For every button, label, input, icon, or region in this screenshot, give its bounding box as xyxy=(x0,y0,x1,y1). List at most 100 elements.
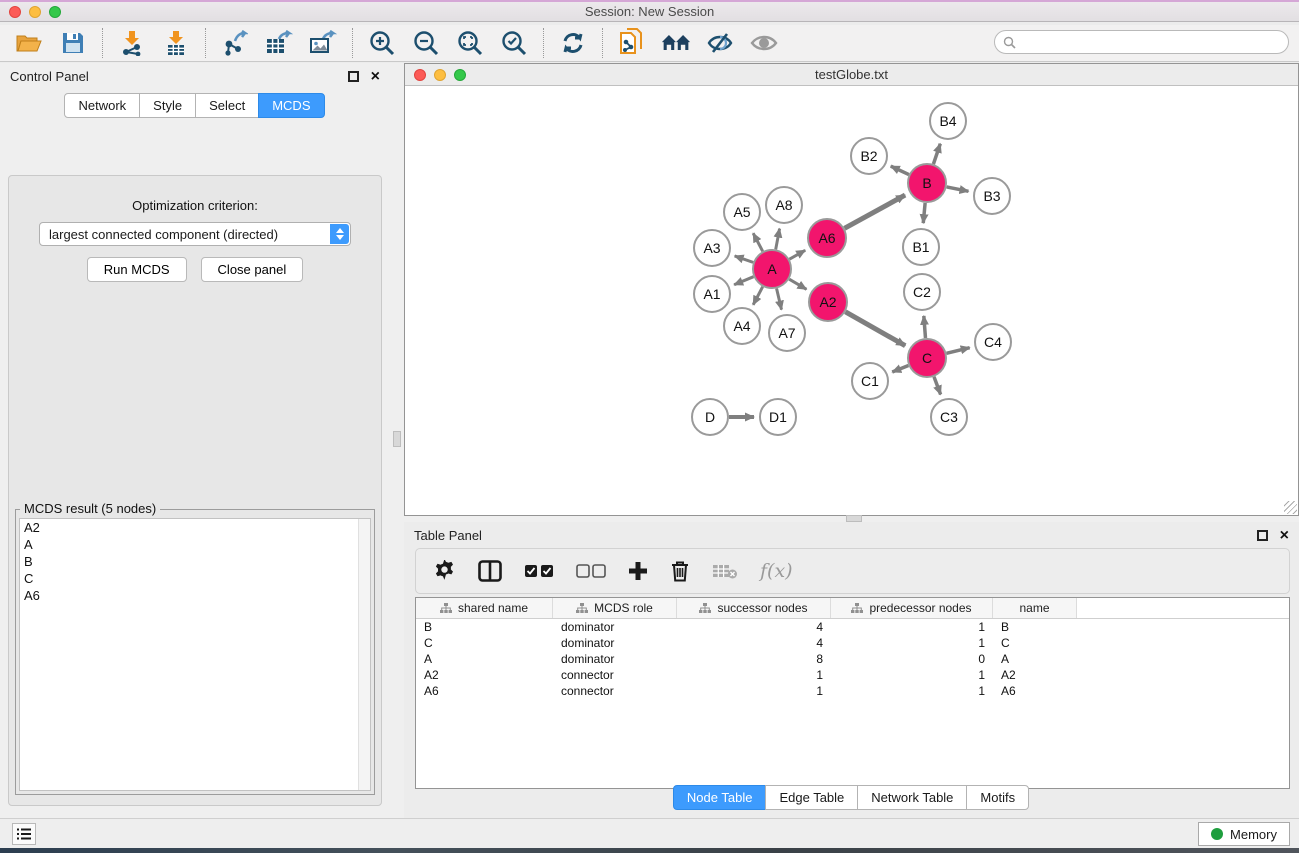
table-panel-title: Table Panel xyxy=(414,528,482,543)
export-network-icon[interactable] xyxy=(220,29,250,57)
network-window-titlebar[interactable]: testGlobe.txt xyxy=(405,64,1298,86)
sort-hierarchy-icon xyxy=(699,603,711,614)
import-table-icon[interactable] xyxy=(161,29,191,57)
graph-edge-B-B1[interactable] xyxy=(923,203,925,223)
graph-edge-C-C4[interactable] xyxy=(946,348,969,354)
horizontal-split-handle[interactable] xyxy=(846,515,862,522)
float-table-panel-icon[interactable] xyxy=(1257,530,1268,541)
vertical-split-divider[interactable] xyxy=(390,63,404,818)
mcds-result-list[interactable]: A2ABCA6 xyxy=(19,518,371,791)
network-graph[interactable]: B4B2BB3A8A5A6A3B1AC2A1A2A4A7C4CC1C3DD1 xyxy=(405,87,1298,515)
graph-edge-A-A2[interactable] xyxy=(789,279,806,289)
tab-edge-table[interactable]: Edge Table xyxy=(765,785,858,810)
table-row[interactable]: Cdominator41C xyxy=(416,635,1289,651)
add-column-plus-icon[interactable] xyxy=(628,561,648,581)
close-panel-button[interactable]: Close panel xyxy=(201,257,304,282)
open-file-icon[interactable] xyxy=(14,29,44,57)
network-canvas[interactable]: B4B2BB3A8A5A6A3B1AC2A1A2A4A7C4CC1C3DD1 xyxy=(405,87,1298,515)
show-panel-list-button[interactable] xyxy=(12,823,36,845)
select-columns-icon[interactable] xyxy=(478,560,502,582)
graph-edge-A-A1[interactable] xyxy=(734,277,753,285)
table-settings-gear-icon[interactable] xyxy=(434,560,456,582)
graph-edge-B-B3[interactable] xyxy=(947,187,969,191)
table-cell: 1 xyxy=(677,668,831,682)
column-header-MCDS-role[interactable]: MCDS role xyxy=(553,598,677,618)
table-cell: C xyxy=(993,636,1077,650)
tab-node-table[interactable]: Node Table xyxy=(673,785,767,810)
home-icon[interactable] xyxy=(661,29,691,57)
result-list-item[interactable]: C xyxy=(20,570,370,587)
graph-edge-A-A8[interactable] xyxy=(776,229,780,250)
tab-style[interactable]: Style xyxy=(139,93,196,118)
select-all-rows-icon[interactable] xyxy=(524,564,554,578)
graph-edge-C-C2[interactable] xyxy=(924,316,926,338)
tab-mcds[interactable]: MCDS xyxy=(258,93,324,118)
table-row[interactable]: Bdominator41B xyxy=(416,619,1289,635)
node-table[interactable]: shared nameMCDS rolesuccessor nodesprede… xyxy=(415,597,1290,789)
table-header-row: shared nameMCDS rolesuccessor nodesprede… xyxy=(416,598,1289,619)
result-list-item[interactable]: A xyxy=(20,536,370,553)
graph-edge-A-A5[interactable] xyxy=(753,233,763,251)
float-panel-icon[interactable] xyxy=(348,71,359,82)
graph-edge-A-A3[interactable] xyxy=(735,256,753,262)
run-mcds-button[interactable]: Run MCDS xyxy=(87,257,187,282)
table-cell: A2 xyxy=(993,668,1077,682)
zoom-in-icon[interactable] xyxy=(367,29,397,57)
application-window: Session: New Session xyxy=(0,0,1299,853)
clone-network-icon[interactable] xyxy=(617,29,647,57)
search-box[interactable] xyxy=(994,30,1289,54)
refresh-network-icon[interactable] xyxy=(558,29,588,57)
import-network-icon[interactable] xyxy=(117,29,147,57)
graph-node-label: A2 xyxy=(819,294,836,310)
tab-motifs[interactable]: Motifs xyxy=(966,785,1029,810)
result-list-item[interactable]: A2 xyxy=(20,519,370,536)
vertical-split-handle[interactable] xyxy=(393,431,401,447)
tab-select[interactable]: Select xyxy=(195,93,259,118)
graph-node-label: D1 xyxy=(769,409,787,425)
hide-panels-eye-slash-icon[interactable] xyxy=(705,29,735,57)
result-scrollbar[interactable] xyxy=(358,519,370,790)
column-header-shared-name[interactable]: shared name xyxy=(416,598,553,618)
result-list-item[interactable]: B xyxy=(20,553,370,570)
control-panel-title: Control Panel xyxy=(10,69,89,84)
tab-network-table[interactable]: Network Table xyxy=(857,785,967,810)
export-image-icon[interactable] xyxy=(308,29,338,57)
column-header-predecessor-nodes[interactable]: predecessor nodes xyxy=(831,598,993,618)
function-builder-icon[interactable]: f(x) xyxy=(760,560,793,582)
table-row[interactable]: A2connector11A2 xyxy=(416,667,1289,683)
mcds-result-title: MCDS result (5 nodes) xyxy=(20,501,160,516)
graph-edge-C-C1[interactable] xyxy=(892,365,908,372)
session-title: Session: New Session xyxy=(0,4,1299,19)
table-row[interactable]: Adominator80A xyxy=(416,651,1289,667)
show-graphics-eye-icon[interactable] xyxy=(749,29,779,57)
graph-edge-C-C3[interactable] xyxy=(934,377,941,395)
close-table-panel-icon[interactable]: × xyxy=(1280,530,1289,541)
table-row[interactable]: A6connector11A6 xyxy=(416,683,1289,699)
close-panel-icon[interactable]: × xyxy=(371,71,380,82)
deselect-all-rows-icon[interactable] xyxy=(576,564,606,578)
graph-edge-A2-C[interactable] xyxy=(845,312,905,346)
graph-edge-B-B2[interactable] xyxy=(891,166,909,174)
graph-edge-B-B4[interactable] xyxy=(933,144,940,164)
zoom-out-icon[interactable] xyxy=(411,29,441,57)
graph-edge-A-A6[interactable] xyxy=(789,250,805,259)
graph-edge-A6-B[interactable] xyxy=(845,195,906,228)
graph-edge-A-A7[interactable] xyxy=(777,288,782,309)
delete-table-icon[interactable] xyxy=(712,562,738,580)
memory-button[interactable]: Memory xyxy=(1198,822,1290,846)
column-header-name[interactable]: name xyxy=(993,598,1077,618)
search-input[interactable] xyxy=(1021,33,1288,51)
save-session-icon[interactable] xyxy=(58,29,88,57)
delete-column-trash-icon[interactable] xyxy=(670,560,690,582)
table-cell: dominator xyxy=(553,620,677,634)
resize-grip-icon[interactable] xyxy=(1284,501,1297,514)
column-header-successor-nodes[interactable]: successor nodes xyxy=(677,598,831,618)
result-list-item[interactable]: A6 xyxy=(20,587,370,604)
zoom-fit-icon[interactable] xyxy=(455,29,485,57)
export-table-icon[interactable] xyxy=(264,29,294,57)
table-cell: 1 xyxy=(677,684,831,698)
zoom-selected-icon[interactable] xyxy=(499,29,529,57)
tab-network[interactable]: Network xyxy=(64,93,140,118)
optimization-criterion-select[interactable]: largest connected component (directed) xyxy=(39,222,351,246)
graph-edge-A-A4[interactable] xyxy=(753,287,763,305)
